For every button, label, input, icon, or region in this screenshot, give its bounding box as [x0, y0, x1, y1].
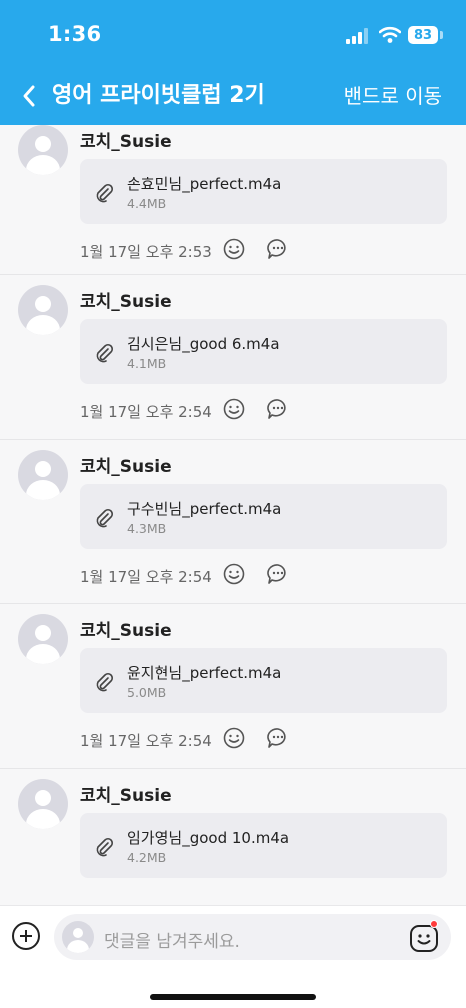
file-size: 4.3MB [127, 520, 167, 536]
file-attachment[interactable]: 김시은님_good 6.m4a 4.1MB [80, 319, 447, 384]
file-name: 김시은님_good 6.m4a [127, 335, 280, 353]
comment-timestamp: 1월 17일 오후 2:54 [80, 403, 212, 421]
comment-icon[interactable] [267, 398, 289, 420]
paperclip-icon [96, 508, 114, 527]
notification-dot [430, 920, 438, 928]
emoji-react-icon[interactable] [223, 238, 245, 260]
comment-input[interactable]: 댓글을 남겨주세요. [54, 914, 451, 960]
avatar[interactable] [18, 778, 68, 829]
avatar[interactable] [18, 449, 68, 500]
comment-item: 코치_Susie 김시은님_good 6.m4a 4.1MB 1월 17일 오후… [0, 275, 466, 440]
avatar[interactable] [18, 285, 68, 335]
comment-timestamp: 1월 17일 오후 2:54 [80, 732, 212, 750]
file-attachment[interactable]: 손효민님_perfect.m4a 4.4MB [80, 159, 447, 224]
comment-icon[interactable] [267, 238, 289, 260]
my-avatar [62, 921, 94, 953]
comment-item: 코치_Susie 구수빈님_perfect.m4a 4.3MB 1월 17일 오… [0, 439, 466, 604]
status-time: 1:36 [48, 22, 102, 46]
file-size: 4.2MB [127, 849, 167, 865]
comment-icon[interactable] [267, 563, 289, 585]
avatar[interactable] [18, 614, 68, 664]
comment-timestamp: 1월 17일 오후 2:54 [80, 567, 212, 586]
paperclip-icon [96, 183, 114, 203]
paperclip-icon [96, 343, 114, 363]
file-attachment[interactable]: 구수빈님_perfect.m4a 4.3MB [80, 483, 447, 549]
author-name[interactable]: 코치_Susie [80, 452, 172, 477]
battery-indicator: 83 [408, 26, 438, 44]
home-indicator [150, 994, 316, 1000]
comment-item: 코치_Susie 손효민님_perfect.m4a 4.4MB 1월 17일 오… [0, 125, 466, 275]
file-size: 4.1MB [127, 356, 167, 371]
signal-icon [346, 28, 370, 44]
top-bar: 1:36 83 영어 프라이빗클럽 2기 밴드로 이동 [0, 0, 466, 125]
file-attachment[interactable]: 임가영님_good 10.m4a 4.2MB [80, 812, 447, 878]
back-icon[interactable] [18, 82, 42, 110]
comment-item: 코치_Susie 윤지현님_perfect.m4a 5.0MB 1월 17일 오… [0, 604, 466, 769]
page-title: 영어 프라이빗클럽 2기 [52, 83, 265, 108]
file-size: 5.0MB [127, 685, 167, 700]
author-name[interactable]: 코치_Susie [80, 127, 172, 152]
file-attachment[interactable]: 윤지현님_perfect.m4a 5.0MB [80, 648, 447, 713]
comment-icon[interactable] [267, 727, 289, 749]
emoji-react-icon[interactable] [223, 727, 245, 749]
comment-feed[interactable]: 코치_Susie 손효민님_perfect.m4a 4.4MB 1월 17일 오… [0, 125, 466, 905]
paperclip-icon [96, 837, 114, 856]
go-to-band-button[interactable]: 밴드로 이동 [344, 82, 442, 110]
comment-timestamp: 1월 17일 오후 2:53 [80, 243, 212, 261]
file-name: 손효민님_perfect.m4a [127, 175, 282, 193]
emoji-react-icon[interactable] [223, 398, 245, 420]
nav-header: 영어 프라이빗클럽 2기 밴드로 이동 [0, 72, 466, 125]
emoji-react-icon[interactable] [223, 563, 245, 585]
add-icon[interactable] [12, 922, 40, 950]
author-name[interactable]: 코치_Susie [80, 287, 172, 312]
avatar[interactable] [18, 125, 68, 175]
status-bar: 1:36 83 [0, 0, 466, 72]
file-name: 구수빈님_perfect.m4a [127, 499, 282, 518]
wifi-icon [379, 26, 401, 43]
paperclip-icon [96, 672, 114, 692]
file-name: 윤지현님_perfect.m4a [127, 664, 282, 682]
comment-composer-bar: 댓글을 남겨주세요. [0, 905, 466, 1008]
author-name[interactable]: 코치_Susie [80, 781, 172, 806]
file-name: 임가영님_good 10.m4a [127, 828, 290, 847]
battery-tip [440, 31, 443, 39]
author-name[interactable]: 코치_Susie [80, 616, 172, 641]
file-size: 4.4MB [127, 196, 167, 211]
comment-input-placeholder: 댓글을 남겨주세요. [104, 932, 240, 952]
comment-item: 코치_Susie 임가영님_good 10.m4a 4.2MB [0, 768, 466, 905]
